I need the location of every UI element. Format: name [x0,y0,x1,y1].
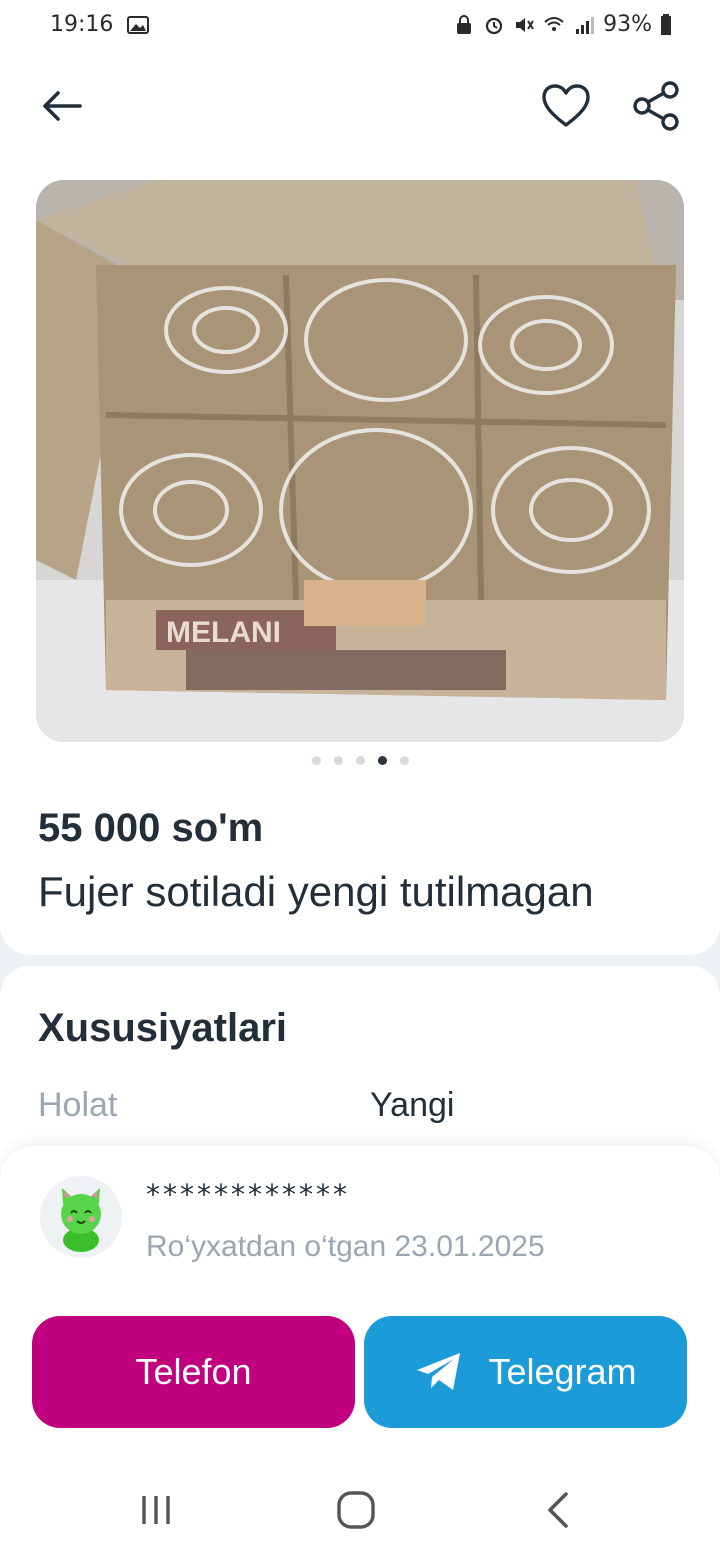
phone-button[interactable]: Telefon [32,1316,355,1428]
listing-title: Fujer sotiladi yengi tutilmagan [38,868,594,915]
wifi-icon [544,16,564,31]
status-bar: 19:16 93% [0,0,720,52]
home-button[interactable] [326,1488,386,1532]
back-button[interactable] [34,78,90,134]
telegram-button-label: Telegram [488,1351,637,1392]
system-navigation-bar [0,1460,720,1560]
spec-key-condition: Holat [38,1086,118,1124]
mute-icon [516,17,534,32]
listing-price: 55 000 so'm [38,806,264,850]
system-back-button[interactable] [528,1488,588,1532]
status-time: 19:16 [50,12,114,37]
cat-avatar-icon [61,1188,101,1252]
pagination-dot[interactable] [333,756,343,765]
signal-icon [576,16,595,34]
heart-icon [542,84,590,127]
chevron-left-icon [548,1492,568,1528]
share-icon [633,81,679,131]
avatar[interactable] [40,1176,122,1258]
share-button[interactable] [628,78,684,134]
product-image: MELANI [36,180,684,742]
recent-apps-button[interactable] [126,1488,186,1532]
gallery-pagination [0,756,720,765]
seller-name: ************ [146,1178,350,1211]
box-brand-label: MELANI [166,616,281,649]
alarm-icon [485,17,503,34]
pagination-dot-active[interactable] [377,756,387,765]
arrow-left-icon [43,91,82,121]
battery-percentage: 93% [603,12,652,37]
app-header [0,60,720,150]
pagination-dot[interactable] [355,756,365,765]
gallery-notification-icon [127,15,150,34]
spec-value-condition: Yangi [370,1086,455,1124]
pagination-dot[interactable] [399,756,409,765]
specifications-heading: Xususiyatlari [38,1006,288,1050]
pagination-dot[interactable] [311,756,321,765]
battery-icon [661,13,671,35]
telegram-icon [417,1353,461,1390]
lock-icon [457,14,472,34]
seller-registered-date: Ro‘yxatdan o‘tgan 23.01.2025 [146,1230,545,1263]
recent-apps-icon [142,1496,170,1524]
home-icon [337,1491,375,1529]
telegram-button[interactable]: Telegram [364,1316,687,1428]
favorite-button[interactable] [538,78,594,134]
listing-photo[interactable]: MELANI [36,180,684,742]
phone-button-label: Telefon [135,1351,252,1392]
